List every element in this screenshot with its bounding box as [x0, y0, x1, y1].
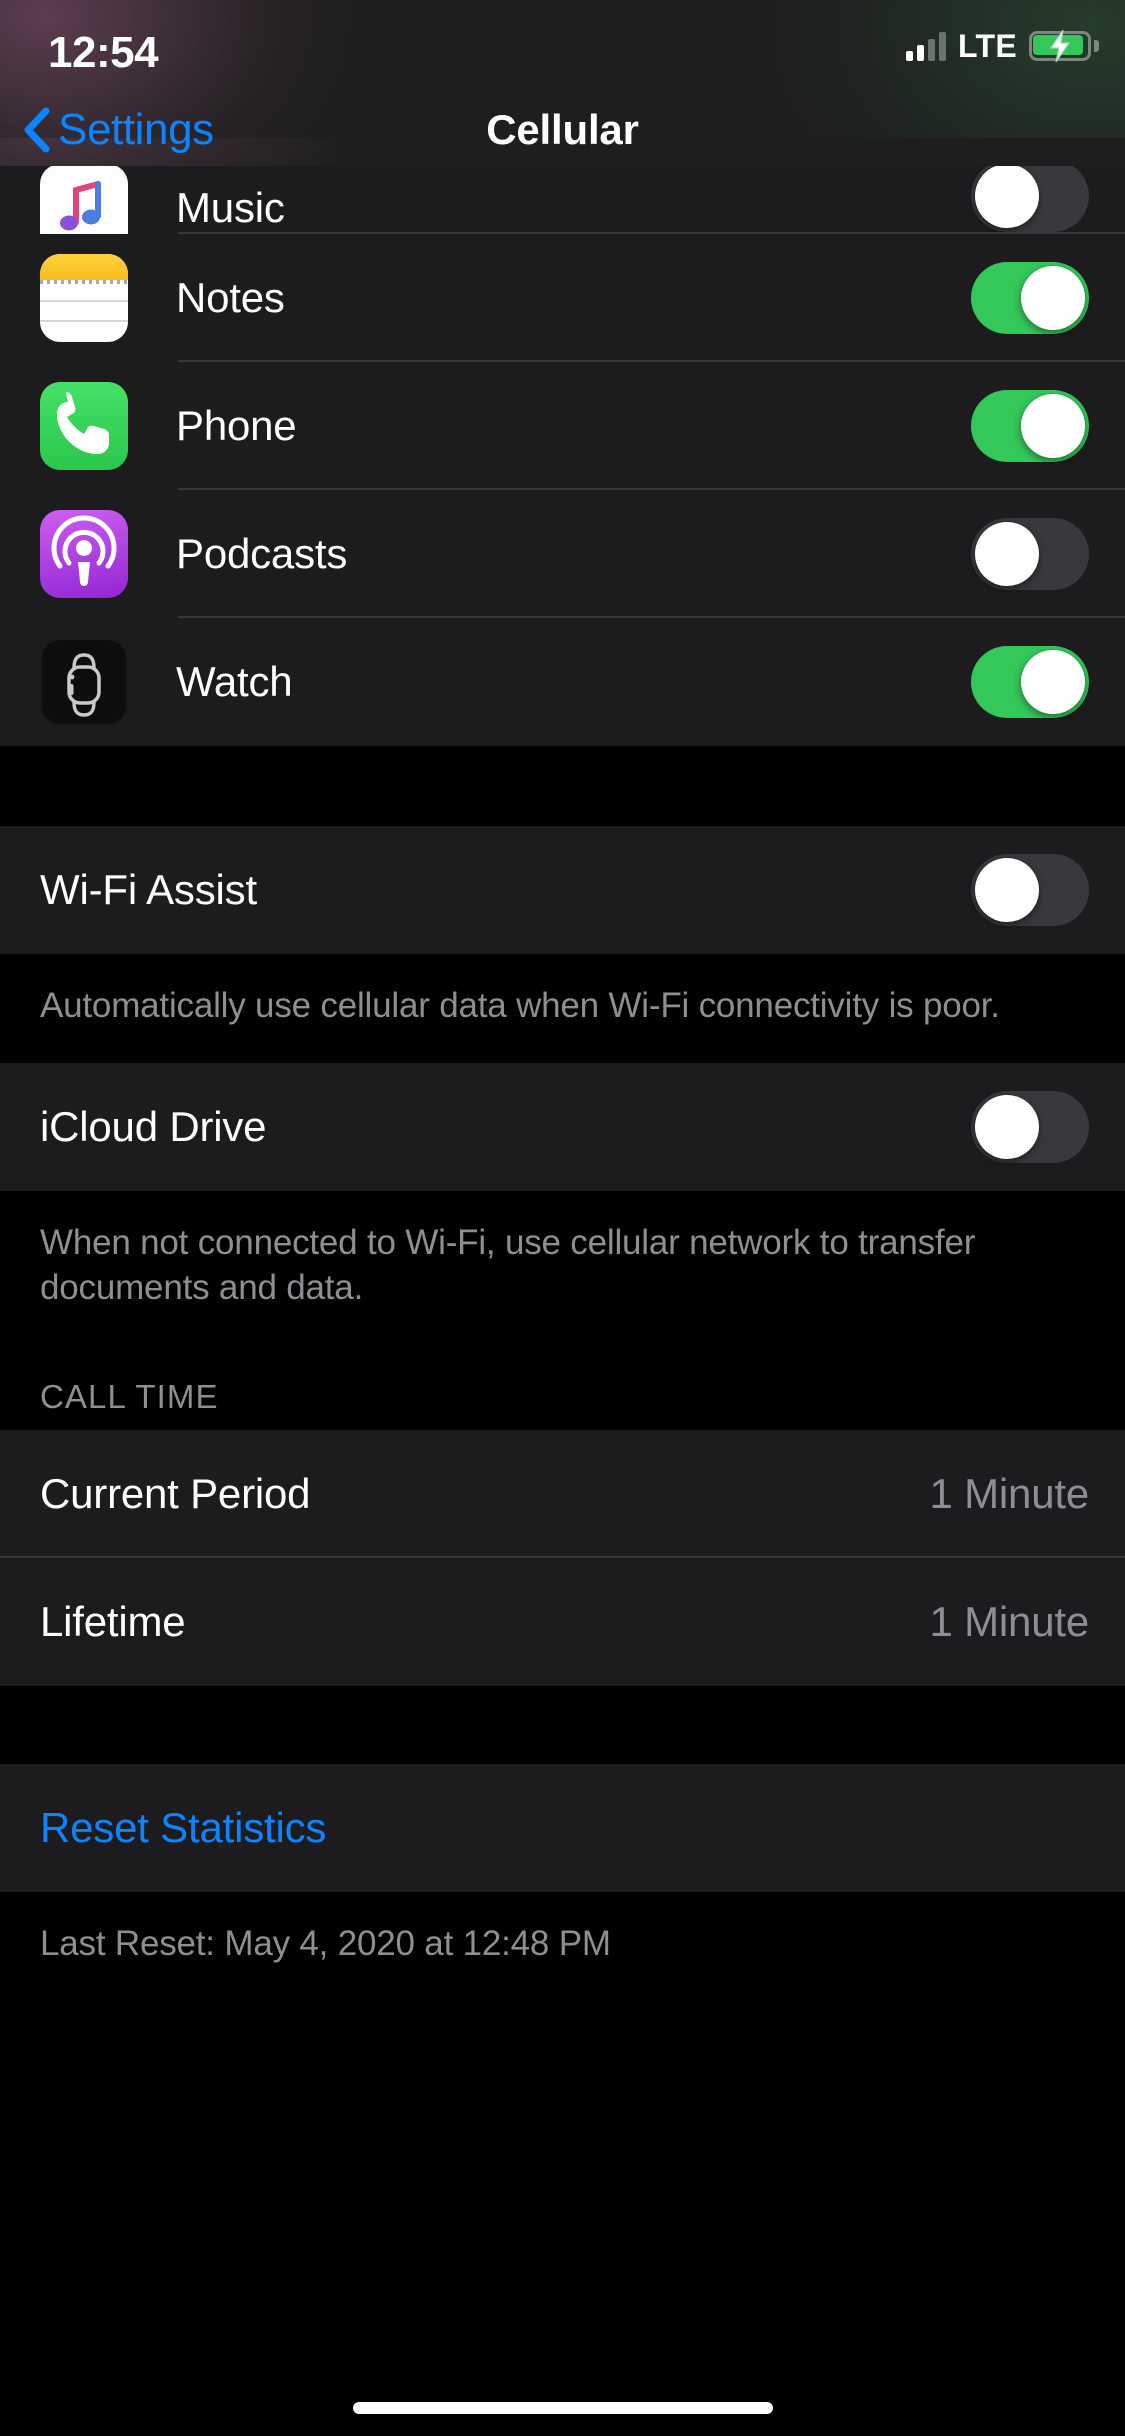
- wifi-assist-group: Wi-Fi Assist: [0, 826, 1125, 954]
- network-type-label: LTE: [958, 28, 1017, 64]
- icloud-drive-footer: When not connected to Wi-Fi, use cellula…: [0, 1190, 1125, 1345]
- app-label-watch: Watch: [176, 658, 293, 705]
- reset-statistics-label: Reset Statistics: [40, 1804, 327, 1852]
- current-period-label: Current Period: [40, 1470, 311, 1518]
- app-row-music[interactable]: Music: [0, 166, 1125, 234]
- back-button-label: Settings: [58, 105, 214, 154]
- app-label-notes: Notes: [176, 274, 285, 321]
- call-time-row-lifetime: Lifetime 1 Minute: [0, 1558, 1125, 1687]
- app-row-notes[interactable]: Notes: [0, 234, 1125, 362]
- charging-bolt-icon: [1049, 30, 1071, 62]
- toggle-icloud-drive[interactable]: [971, 1090, 1089, 1163]
- call-time-header: CALL TIME: [0, 1344, 1125, 1431]
- icloud-drive-row[interactable]: iCloud Drive: [0, 1062, 1125, 1191]
- toggle-watch[interactable]: [971, 646, 1089, 718]
- iphone-screen: 12:54 LTE Cellular Settings Music Notes …: [0, 0, 1125, 2436]
- toggle-notes[interactable]: [971, 262, 1089, 334]
- status-bar-clock: 12:54: [48, 28, 159, 77]
- app-row-phone[interactable]: Phone: [0, 362, 1125, 490]
- section-gap: [0, 746, 1125, 826]
- call-time-row-current-period: Current Period 1 Minute: [0, 1430, 1125, 1559]
- toggle-phone[interactable]: [971, 390, 1089, 462]
- reset-statistics-group: Reset Statistics: [0, 1764, 1125, 1893]
- app-row-podcasts[interactable]: Podcasts: [0, 490, 1125, 618]
- lifetime-value: 1 Minute: [929, 1598, 1090, 1646]
- app-label-podcasts: Podcasts: [176, 530, 348, 577]
- last-reset-footer: Last Reset: May 4, 2020 at 12:48 PM: [0, 1892, 1125, 2002]
- call-time-group: Current Period 1 Minute Lifetime 1 Minut…: [0, 1430, 1125, 1687]
- toggle-music[interactable]: [971, 166, 1089, 232]
- toggle-wifi-assist[interactable]: [971, 854, 1089, 926]
- toggle-podcasts[interactable]: [971, 518, 1089, 590]
- icloud-drive-label: iCloud Drive: [40, 1102, 267, 1150]
- cellular-signal-icon: [906, 31, 947, 61]
- status-bar-indicators: LTE: [906, 28, 1099, 64]
- icloud-drive-group: iCloud Drive: [0, 1062, 1125, 1191]
- settings-content: Music Notes Phone Podcasts Watch Wi-Fi A…: [0, 166, 1125, 2002]
- wifi-assist-row[interactable]: Wi-Fi Assist: [0, 826, 1125, 954]
- reset-statistics-row[interactable]: Reset Statistics: [0, 1764, 1125, 1893]
- section-gap-2: [0, 1686, 1125, 1765]
- wifi-assist-footer: Automatically use cellular data when Wi-…: [0, 954, 1125, 1063]
- app-row-watch[interactable]: Watch: [0, 618, 1125, 746]
- wifi-assist-label: Wi-Fi Assist: [40, 866, 257, 913]
- music-icon: [40, 166, 128, 234]
- cellular-data-apps-group: Music Notes Phone Podcasts Watch: [0, 166, 1125, 746]
- phone-icon: [40, 382, 128, 470]
- notes-icon: [40, 254, 128, 342]
- back-button[interactable]: Settings: [22, 92, 214, 168]
- navigation-bar: Cellular Settings: [0, 92, 1125, 168]
- home-indicator[interactable]: [352, 2402, 773, 2414]
- battery-charging-icon: [1029, 30, 1099, 62]
- app-label-phone: Phone: [176, 402, 297, 449]
- app-label-music: Music: [176, 184, 285, 231]
- lifetime-label: Lifetime: [40, 1598, 186, 1646]
- chevron-left-icon: [24, 107, 50, 153]
- watch-icon: [40, 638, 128, 726]
- podcasts-icon: [40, 510, 128, 598]
- current-period-value: 1 Minute: [929, 1470, 1090, 1518]
